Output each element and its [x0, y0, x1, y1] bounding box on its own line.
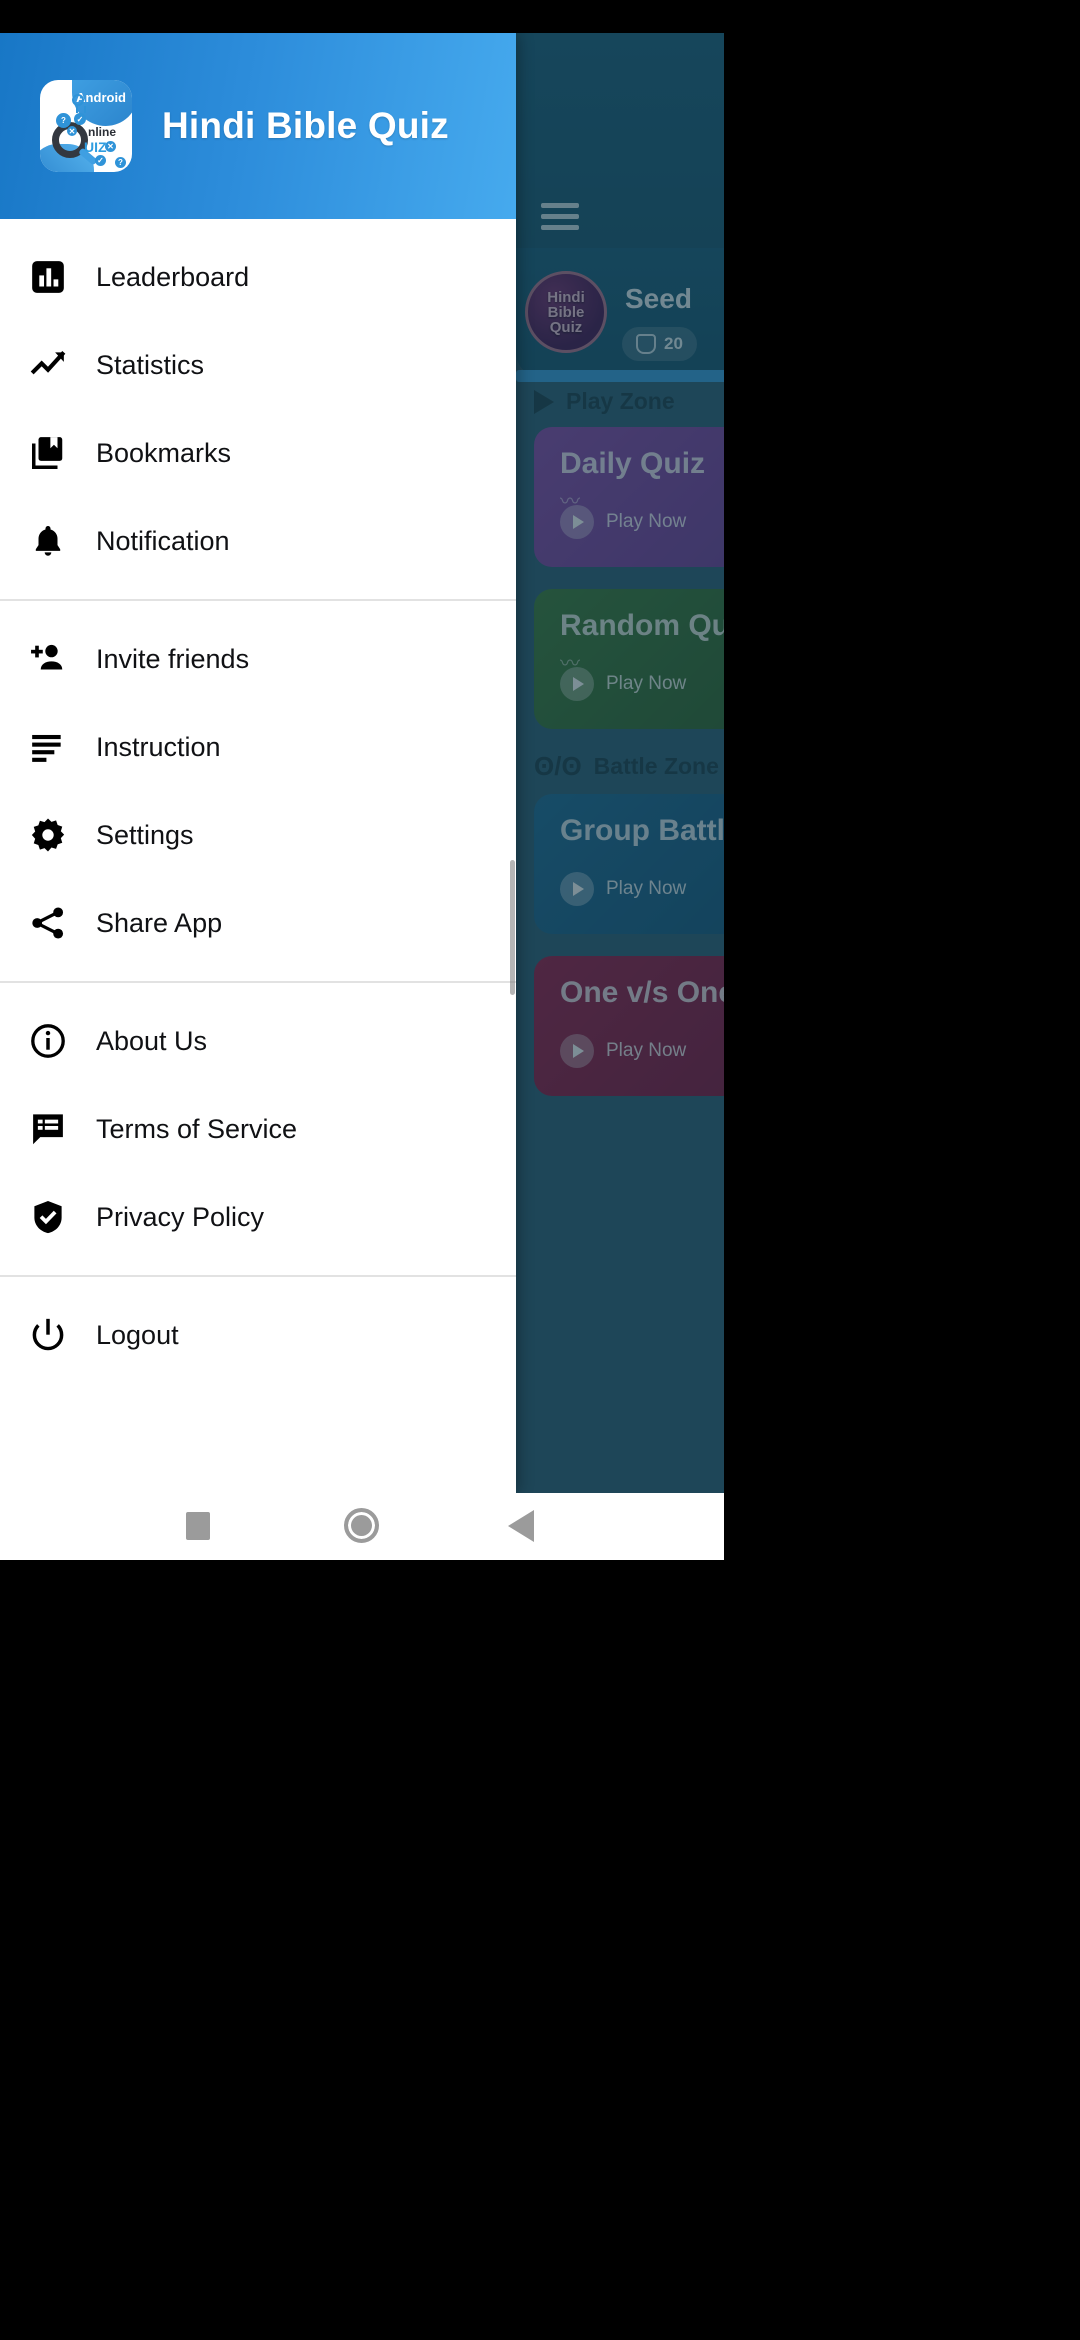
logo-dot-check: ✓	[74, 113, 86, 125]
drawer-title: Hindi Bible Quiz	[162, 105, 449, 146]
navigation-drawer: Android ? ✓ ✕ ✕ ✓ ? nline UIZ Hindi Bibl…	[0, 33, 516, 1493]
leaderboard-icon	[0, 258, 96, 296]
list-lines-icon	[0, 728, 96, 766]
person-add-icon	[0, 640, 96, 678]
menu-item-label: Invite friends	[96, 643, 250, 674]
menu-item-bookmarks[interactable]: Bookmarks	[0, 409, 516, 497]
phone-screen: Hindi Bible Quiz Seed 20 Play Zone Daily…	[0, 0, 724, 1560]
logo-word-online: nline	[88, 125, 117, 139]
menu-item-label: Logout	[96, 1319, 179, 1350]
menu-item-label: Terms of Service	[96, 1113, 298, 1144]
drawer-header: Android ? ✓ ✕ ✕ ✓ ? nline UIZ Hindi Bibl…	[0, 33, 516, 219]
menu-item-label: Settings	[96, 819, 194, 850]
menu-item-leaderboard[interactable]: Leaderboard	[0, 233, 516, 321]
share-icon	[0, 904, 96, 942]
recents-square-button[interactable]	[186, 1512, 210, 1540]
menu-item-label: Privacy Policy	[96, 1201, 265, 1232]
menu-item-share-app[interactable]: Share App	[0, 879, 516, 967]
menu-item-statistics[interactable]: Statistics	[0, 321, 516, 409]
menu-item-terms-of-service[interactable]: Terms of Service	[0, 1085, 516, 1173]
menu-item-instruction[interactable]: Instruction	[0, 703, 516, 791]
menu-item-invite-friends[interactable]: Invite friends	[0, 615, 516, 703]
status-bar	[0, 0, 724, 33]
ribbon-icon	[72, 94, 86, 113]
logo-dot-check-2: ✓	[95, 155, 106, 166]
menu-item-label: Statistics	[96, 349, 205, 380]
menu-item-privacy-policy[interactable]: Privacy Policy	[0, 1173, 516, 1261]
menu-item-label: Bookmarks	[96, 437, 232, 468]
bookmarks-icon	[0, 434, 96, 472]
menu-group-social: Invite friends Instruction Settings Shar…	[0, 601, 516, 981]
shield-check-icon	[0, 1198, 96, 1236]
menu-item-label: Instruction	[96, 731, 221, 762]
menu-item-label: Notification	[96, 525, 230, 556]
menu-item-notification[interactable]: Notification	[0, 497, 516, 585]
info-circle-icon	[0, 1022, 96, 1060]
drawer-scrollbar[interactable]	[510, 860, 515, 995]
android-navigation-bar	[0, 1493, 724, 1560]
statistics-icon	[0, 346, 96, 384]
notification-bell-icon	[0, 522, 96, 560]
logo-word-quiz: UIZ	[84, 139, 107, 155]
power-icon	[0, 1316, 96, 1354]
menu-item-about-us[interactable]: About Us	[0, 997, 516, 1085]
gear-icon	[0, 816, 96, 854]
menu-group-legal: About Us Terms of Service Privacy Policy	[0, 983, 516, 1275]
menu-item-label: About Us	[96, 1025, 208, 1056]
menu-group-session: Logout	[0, 1277, 516, 1393]
app-logo: Android ? ✓ ✕ ✕ ✓ ? nline UIZ	[40, 80, 132, 172]
logo-dot-question-2: ?	[115, 157, 126, 168]
speech-list-icon	[0, 1110, 96, 1148]
menu-item-label: Share App	[96, 907, 223, 938]
menu-item-logout[interactable]: Logout	[0, 1291, 516, 1379]
back-triangle-button[interactable]	[508, 1510, 534, 1542]
menu-group-main: Leaderboard Statistics Bookmarks Notific…	[0, 219, 516, 599]
home-circle-button[interactable]	[344, 1508, 379, 1543]
menu-item-settings[interactable]: Settings	[0, 791, 516, 879]
menu-item-label: Leaderboard	[96, 261, 250, 292]
logo-dot-cross: ✕	[67, 126, 77, 136]
